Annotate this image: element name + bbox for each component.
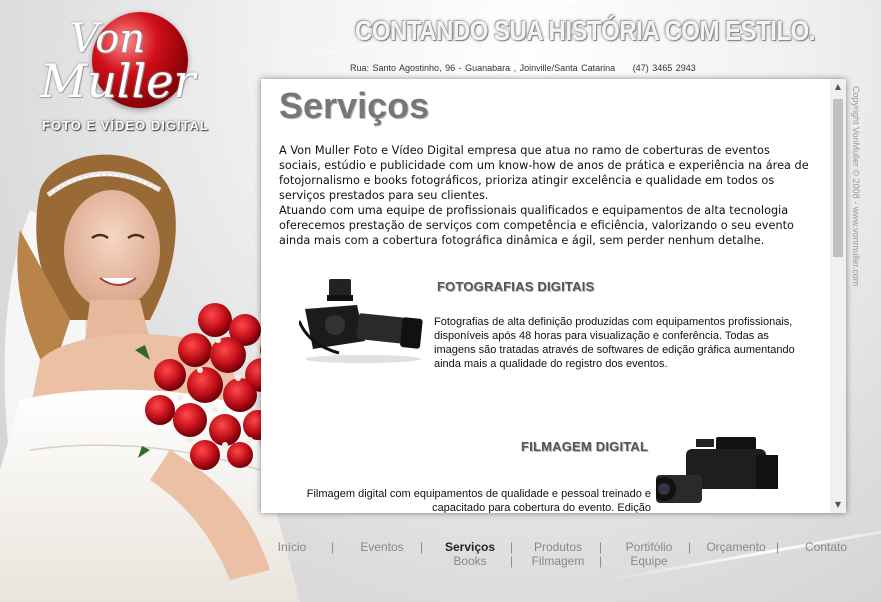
nav-servicos[interactable]: Serviços — [438, 540, 502, 554]
tagline: CONTANDO SUA HISTÓRIA COM ESTILO. — [355, 15, 815, 47]
nav-contato[interactable]: Contato — [796, 540, 856, 554]
nav-separator: | — [420, 540, 424, 554]
nav-portifolio[interactable]: Portifólio — [616, 540, 682, 554]
service-title-fotografias: FOTOGRAFIAS DIGITAIS — [437, 279, 595, 294]
nav-equipe[interactable]: Equipe — [616, 554, 682, 568]
logo-text-muller: Muller — [40, 54, 196, 108]
phone: (47) 3465 2943 — [632, 63, 696, 73]
scrollbar-thumb[interactable] — [833, 99, 843, 257]
contact-line: Rua: Santo Agostinho, 96 - Guanabara , J… — [350, 63, 696, 73]
nav-orcamento[interactable]: Orçamento — [700, 540, 772, 554]
intro-paragraph-2: Atuando com uma equipe de profissionais … — [279, 204, 794, 247]
nav-separator: | — [688, 540, 692, 554]
vertical-scrollbar[interactable]: ▲ ▼ — [830, 79, 846, 513]
content-panel[interactable]: Serviços A Von Muller Foto e Vídeo Digit… — [261, 79, 846, 513]
scroll-up-arrow-icon[interactable]: ▲ — [830, 79, 846, 95]
logo-subtitle: FOTO E VÍDEO DIGITAL — [42, 118, 209, 133]
nav-separator: | — [331, 540, 335, 554]
intro-text: A Von Muller Foto e Vídeo Digital empres… — [279, 143, 815, 248]
nav-separator: | — [510, 554, 514, 568]
service-text-filmagem: Filmagem digital com equipamentos de qua… — [306, 488, 651, 513]
nav-separator: | — [599, 540, 603, 554]
intro-paragraph-1: A Von Muller Foto e Vídeo Digital empres… — [279, 144, 809, 202]
nav-produtos[interactable]: Produtos — [526, 540, 590, 554]
service-title-filmagem: FILMAGEM DIGITAL — [521, 439, 649, 454]
scroll-content[interactable]: Serviços A Von Muller Foto e Vídeo Digit… — [261, 79, 830, 513]
scroll-down-arrow-icon[interactable]: ▼ — [830, 497, 846, 513]
nav-filmagem[interactable]: Filmagem — [526, 554, 590, 568]
nav-separator: | — [776, 540, 780, 554]
copyright-text: Copyright VonMuller © 2008 - www.vonmull… — [851, 86, 861, 287]
nav-books[interactable]: Books — [438, 554, 502, 568]
dslr-camera-image — [299, 279, 423, 363]
nav-eventos[interactable]: Eventos — [352, 540, 412, 554]
address: Rua: Santo Agostinho, 96 - Guanabara , J… — [350, 63, 616, 73]
page-title: Serviços — [279, 85, 430, 126]
nav-separator: | — [510, 540, 514, 554]
logo[interactable]: Von Muller — [34, 10, 204, 110]
nav-separator: | — [599, 554, 603, 568]
copyright-vertical: Copyright VonMuller © 2008 - www.vonmull… — [849, 86, 863, 316]
camcorder-image — [656, 437, 778, 503]
nav-inicio[interactable]: Início — [270, 540, 314, 554]
service-text-fotografias: Fotografias de alta definição produzidas… — [434, 316, 795, 370]
